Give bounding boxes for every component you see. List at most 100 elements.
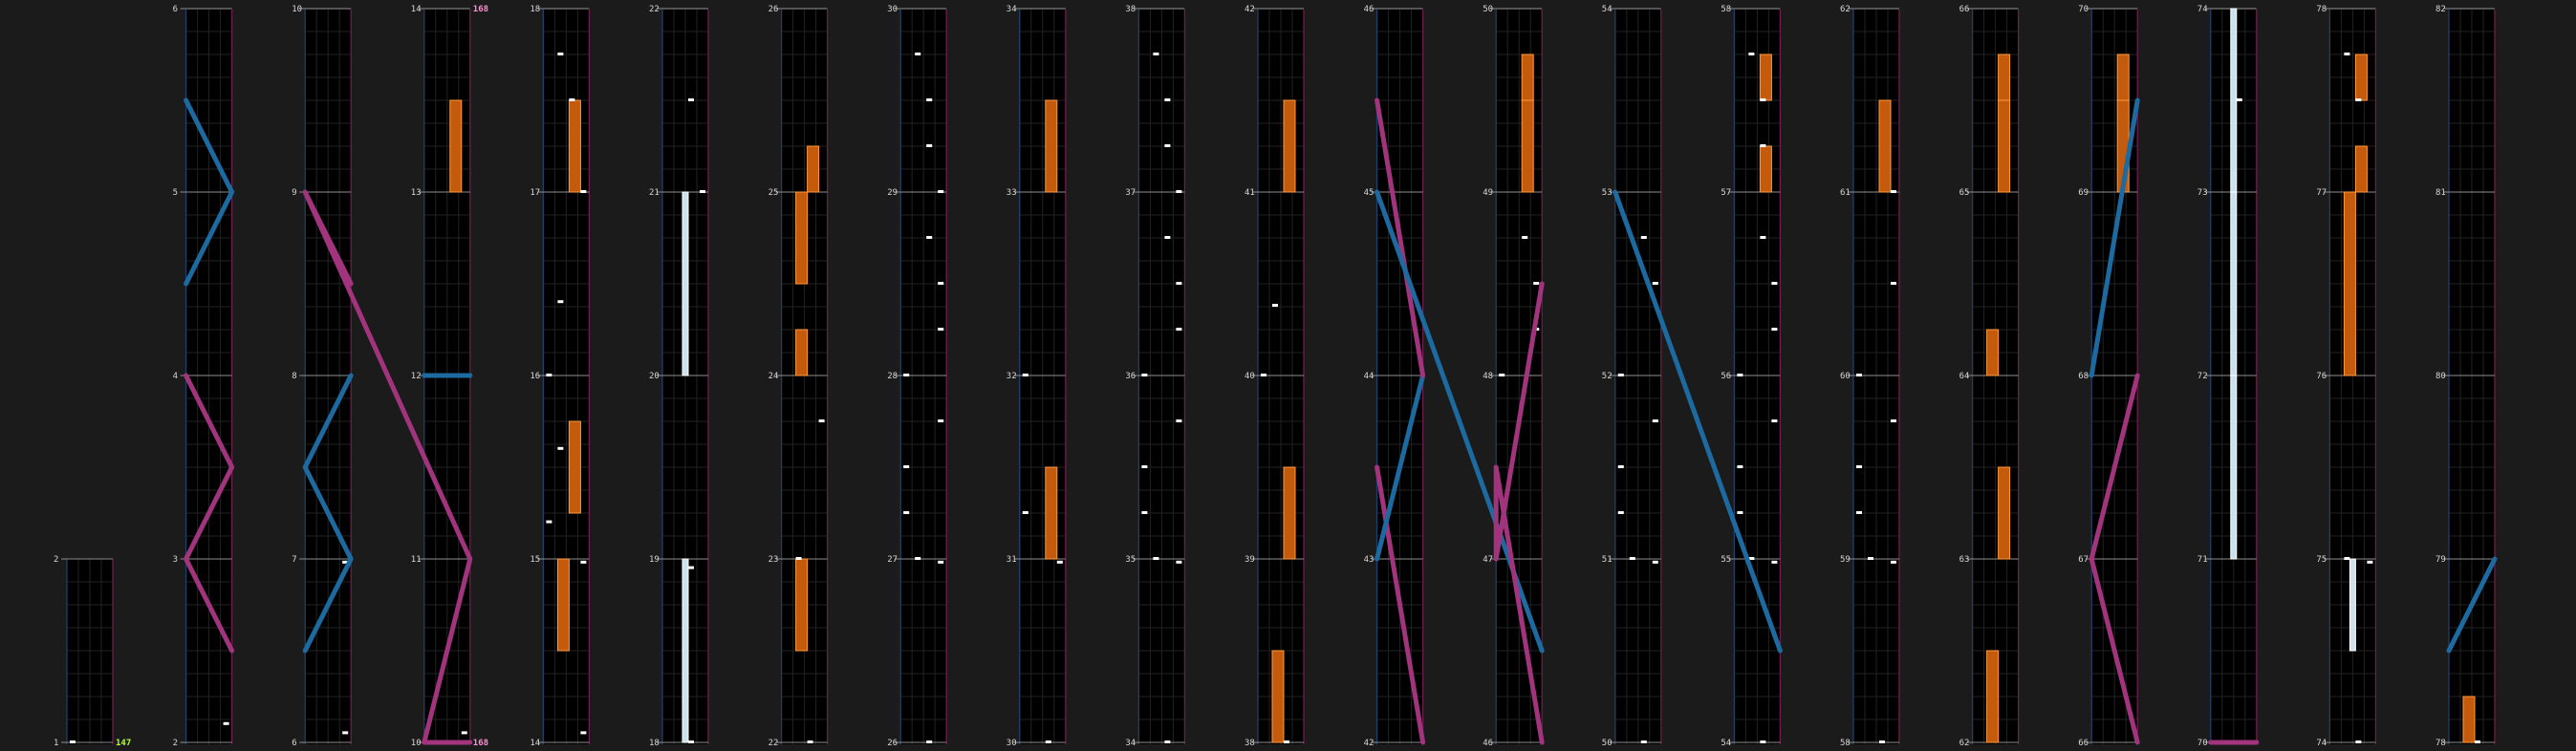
- measure-label: 6: [173, 5, 178, 14]
- tap-note: [1771, 560, 1778, 564]
- measure-label: 70: [2197, 739, 2208, 748]
- tap-note: [688, 566, 694, 569]
- measure-label: 31: [1007, 555, 1017, 565]
- tap-note: [2475, 740, 2480, 743]
- tap-note: [1153, 557, 1159, 560]
- measure-label: 47: [1483, 555, 1493, 565]
- tap-note: [223, 721, 229, 725]
- measure-label: 29: [887, 188, 898, 198]
- tap-note: [1617, 511, 1624, 514]
- measure-label: 66: [1959, 5, 1970, 14]
- measure-label: 34: [1007, 5, 1017, 14]
- tap-note: [2236, 98, 2242, 101]
- chart-column: 34 35 36 37 38: [1125, 5, 1186, 748]
- chart-column: 78 79 80 81 82: [2435, 5, 2496, 748]
- measure-label: 28: [887, 372, 898, 381]
- tap-note: [1856, 465, 1862, 468]
- chart-column: 74 75 76 77 78: [2316, 5, 2377, 748]
- tap-note: [926, 236, 933, 239]
- tap-note: [1737, 465, 1743, 468]
- tap-note: [1141, 465, 1148, 468]
- measure-label: 10: [411, 739, 422, 748]
- measure-label: 35: [1125, 555, 1136, 565]
- hold-note: [1045, 99, 1058, 193]
- measure-label: 61: [1840, 188, 1851, 198]
- measure-label: 42: [1245, 5, 1255, 14]
- tap-note: [1891, 190, 1896, 193]
- hold-note: [568, 99, 581, 193]
- combo-marker: 168: [473, 5, 488, 14]
- measure-label: 1: [54, 739, 58, 748]
- tap-note: [903, 511, 910, 514]
- tap-note: [688, 98, 694, 101]
- tap-note: [795, 557, 802, 560]
- measure-label: 54: [1602, 5, 1613, 14]
- tap-note: [1748, 53, 1755, 55]
- measure-label: 23: [768, 555, 779, 565]
- measure-label: 55: [1721, 555, 1731, 565]
- measure-label: 67: [2078, 555, 2089, 565]
- tap-note: [580, 731, 587, 735]
- hold-note: [1998, 54, 2011, 101]
- measure-label: 30: [1007, 739, 1017, 748]
- tap-note: [1891, 419, 1896, 422]
- measure-label: 38: [1245, 739, 1255, 748]
- tap-note: [546, 520, 552, 524]
- tap-note: [569, 98, 575, 101]
- measure-label: 72: [2197, 372, 2208, 381]
- measure-label: 30: [887, 5, 898, 14]
- measure-label: 68: [2078, 372, 2089, 381]
- hold-note: [1271, 650, 1285, 743]
- measure-label: 76: [2316, 372, 2327, 381]
- measure-label: 5: [173, 188, 178, 198]
- tap-note: [1164, 98, 1171, 101]
- tap-note: [1771, 328, 1778, 331]
- tap-note: [2344, 557, 2350, 560]
- measure-label: 48: [1483, 372, 1493, 381]
- chart-canvas: 1223456678910101112131414151617181819202…: [54, 5, 2498, 748]
- tap-note: [938, 328, 944, 331]
- tap-note: [1522, 236, 1528, 239]
- tap-note: [1022, 511, 1028, 514]
- measure-label: 21: [649, 188, 660, 198]
- hold-note: [1759, 54, 1772, 101]
- tap-note: [1176, 560, 1182, 564]
- measure-label: 22: [768, 739, 779, 748]
- hold-note: [1759, 145, 1772, 193]
- measure-label: 58: [1721, 5, 1731, 14]
- tap-note: [688, 740, 694, 743]
- measure-label: 24: [768, 372, 779, 381]
- measure-label: 26: [887, 739, 898, 748]
- tap-note: [938, 560, 944, 564]
- tap-note: [1760, 144, 1766, 147]
- tap-note: [557, 446, 564, 450]
- measure-label: 36: [1125, 372, 1136, 381]
- measure-label: 69: [2078, 188, 2089, 198]
- measure-label: 59: [1840, 555, 1851, 565]
- tap-note: [1045, 740, 1051, 743]
- measure-label: 12: [411, 372, 422, 381]
- measure-label: 22: [649, 5, 660, 14]
- ex-hold-note: [2349, 558, 2356, 652]
- hold-note: [795, 329, 809, 376]
- measure-label: 42: [1364, 739, 1375, 748]
- tap-note: [1652, 560, 1658, 564]
- measure-label: 71: [2197, 555, 2208, 565]
- measure-label: 64: [1959, 372, 1970, 381]
- tap-note: [1164, 236, 1171, 239]
- hold-note: [2343, 191, 2356, 376]
- measure-label: 46: [1364, 5, 1375, 14]
- measure-label: 20: [649, 372, 660, 381]
- measure-label: 4: [173, 372, 178, 381]
- measure-label: 78: [2316, 5, 2327, 14]
- tap-note: [1176, 282, 1182, 285]
- measure-label: 70: [2078, 5, 2089, 14]
- tap-note: [1141, 511, 1148, 514]
- hold-note: [1521, 54, 1534, 101]
- hold-note: [2116, 54, 2130, 101]
- measure-label: 18: [649, 739, 660, 748]
- measure-label: 10: [292, 5, 302, 14]
- tap-note: [1760, 236, 1766, 239]
- tap-note: [1640, 740, 1647, 743]
- tap-note: [1760, 740, 1766, 743]
